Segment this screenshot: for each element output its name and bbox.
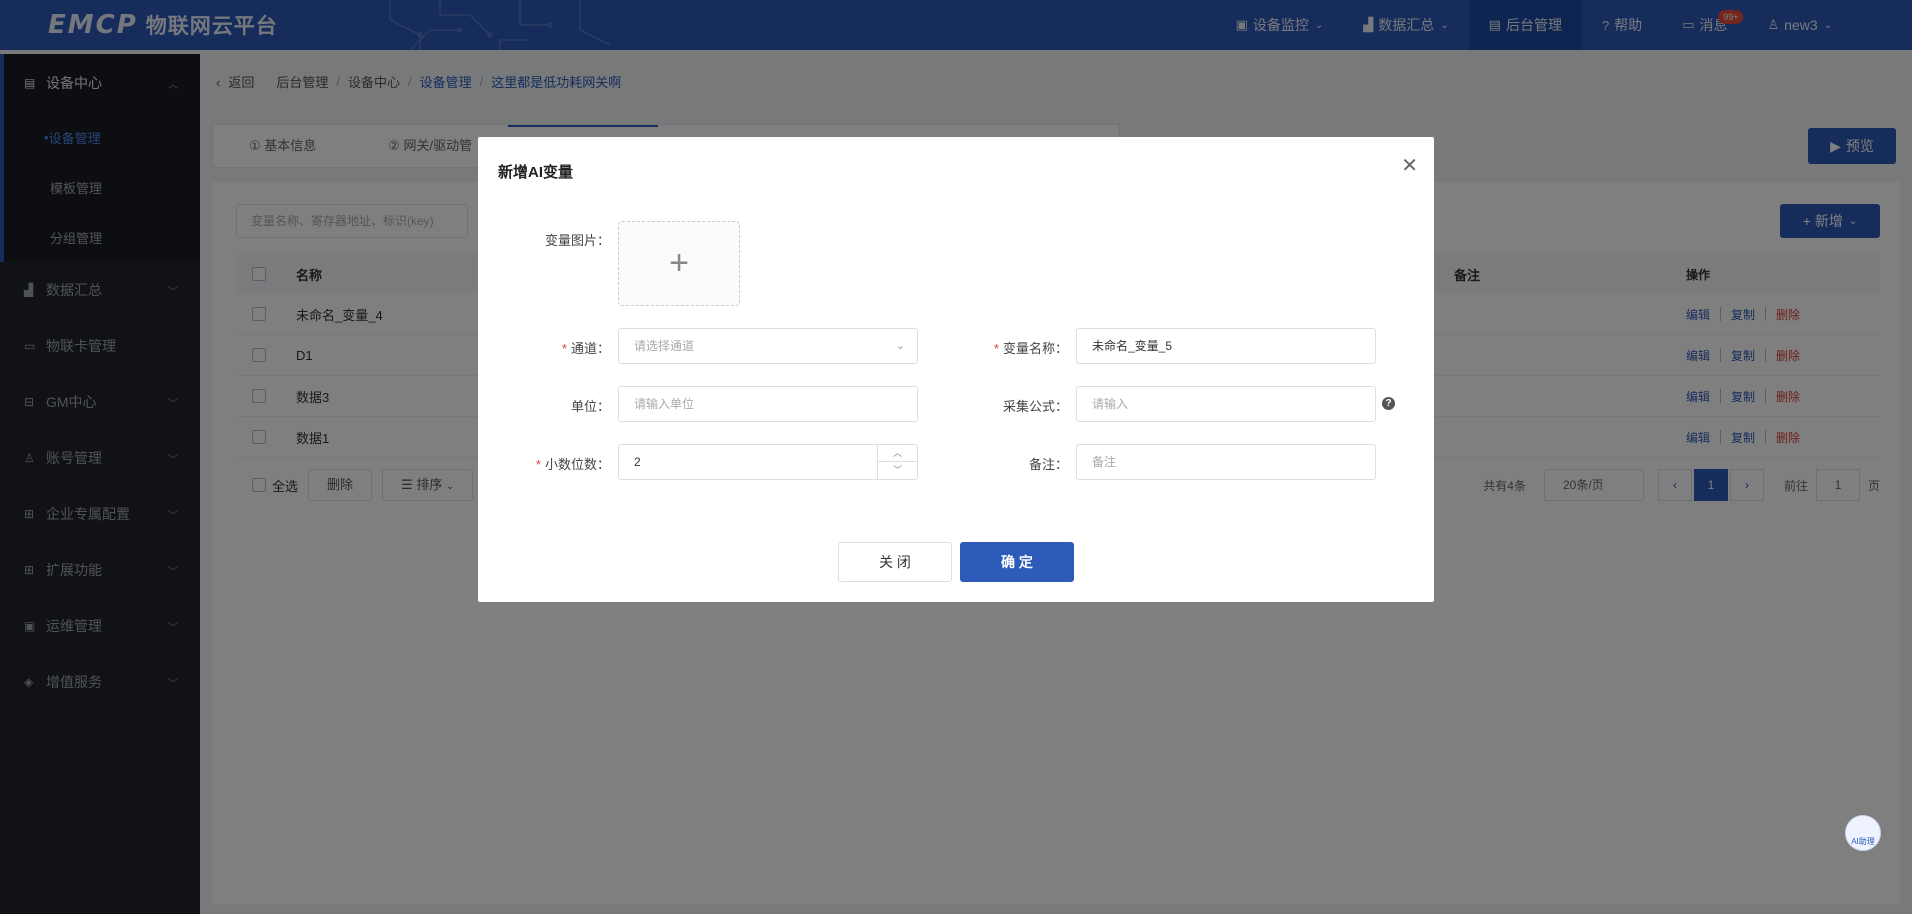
close-icon[interactable]: ✕ <box>1401 153 1418 178</box>
ai-assistant-label: AI助理 <box>1851 837 1875 846</box>
dialog-title: 新增AI变量 <box>498 164 574 181</box>
channel-label: * 通道： <box>561 341 610 356</box>
note-input[interactable]: 备注 <box>1076 444 1376 480</box>
formula-label: 采集公式： <box>1002 399 1068 414</box>
image-uploader[interactable]: + <box>618 221 740 306</box>
unit-label: 单位： <box>570 399 610 414</box>
decimals-value: 2 <box>634 455 641 469</box>
ai-assistant-button[interactable]: AI助理 <box>1845 815 1881 851</box>
channel-placeholder: 请选择通道 <box>634 339 695 353</box>
channel-select[interactable]: 请选择通道 ⌄ <box>618 328 918 364</box>
image-label: 变量图片： <box>544 233 610 248</box>
add-ai-variable-dialog: 新增AI变量 ✕ 变量图片： + * 通道： 请选择通道 ⌄ * 变量名称： 未命名… <box>478 137 1434 602</box>
formula-input[interactable]: 请输入 <box>1076 386 1376 422</box>
increment-icon[interactable]: ︿ <box>878 445 917 462</box>
chevron-down-icon: ⌄ <box>895 340 905 352</box>
decrement-icon[interactable]: ﹀ <box>878 462 917 479</box>
note-label: 备注： <box>1028 457 1068 472</box>
plus-icon: + <box>669 244 689 282</box>
decimals-label-text: 小数位数： <box>544 457 610 472</box>
channel-label-text: 通道： <box>570 341 610 356</box>
close-button[interactable]: 关 闭 <box>838 542 952 582</box>
decimals-stepper[interactable]: 2 ︿ ﹀ <box>618 444 918 480</box>
question-icon[interactable]: ? <box>1382 397 1395 410</box>
stepper-controls: ︿ ﹀ <box>877 445 917 479</box>
confirm-button[interactable]: 确 定 <box>960 542 1074 582</box>
decimals-label: * 小数位数： <box>535 457 610 472</box>
var-name-label: * 变量名称： <box>993 341 1068 356</box>
var-name-label-text: 变量名称： <box>1002 341 1068 356</box>
unit-input[interactable]: 请输入单位 <box>618 386 918 422</box>
var-name-input[interactable]: 未命名_变量_5 <box>1076 328 1376 364</box>
